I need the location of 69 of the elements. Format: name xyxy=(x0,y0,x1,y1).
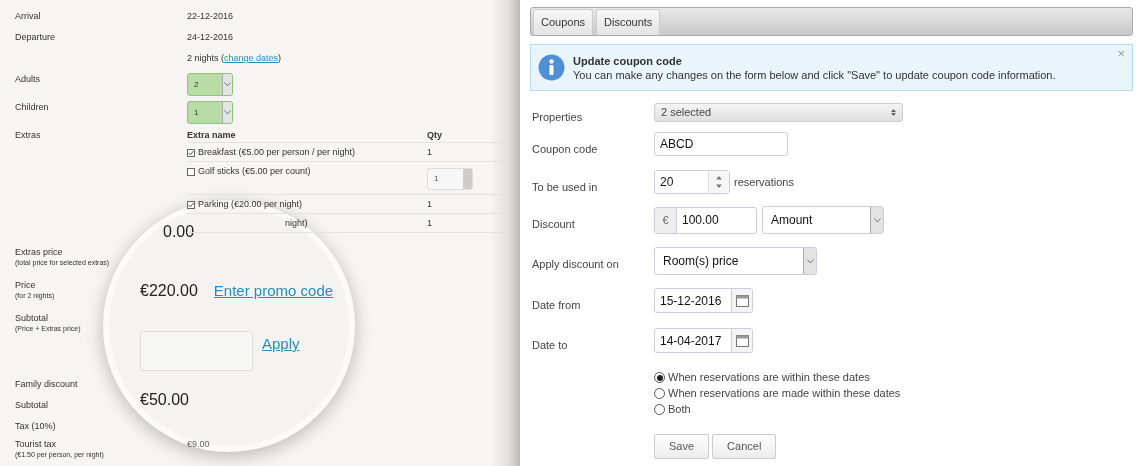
calendar-button[interactable] xyxy=(732,329,752,352)
field-label: Family discount xyxy=(15,378,78,390)
quantity-value: 1 xyxy=(427,198,432,211)
calendar-icon xyxy=(735,334,749,347)
field-label: Date from xyxy=(532,298,582,313)
amount-field[interactable]: € 100.00 xyxy=(654,206,757,234)
field-label: Discount xyxy=(532,217,576,232)
extra-name: night) xyxy=(285,217,308,230)
field-label: Tax (10%) xyxy=(15,420,56,432)
type-select[interactable]: Amount xyxy=(762,206,884,234)
price-value: €220.00 xyxy=(140,281,198,301)
field-suffix: reservations xyxy=(734,174,794,190)
chevron-icon xyxy=(224,82,231,87)
radio-option[interactable]: When reservations are made within these dates xyxy=(654,387,1133,400)
column-header: Qty xyxy=(427,129,442,142)
field-label: Children xyxy=(15,101,49,113)
text-field[interactable]: ABCD xyxy=(654,132,788,156)
quantity-value: 1 xyxy=(427,146,432,159)
calendar-button[interactable] xyxy=(732,289,752,312)
field-label: Extras xyxy=(15,129,41,141)
checkbox[interactable] xyxy=(187,167,195,176)
extra-name: Breakfast (€5.00 per person / per night) xyxy=(198,146,356,159)
form-button[interactable]: Cancel xyxy=(712,434,777,459)
checkbox[interactable] xyxy=(187,148,195,157)
subtotal-value: €50.00 xyxy=(140,390,190,410)
field-label: Price xyxy=(15,279,36,291)
number-select[interactable]: 1 xyxy=(187,101,233,124)
chevron-icon xyxy=(806,258,814,264)
extra-name: Golf sticks (€5.00 per count) xyxy=(198,165,311,178)
field-label: Extras price xyxy=(15,246,63,258)
field-label: To be used in xyxy=(532,180,599,195)
multi-select[interactable]: 2 selected xyxy=(654,103,903,122)
number-field[interactable]: 20 xyxy=(654,170,730,194)
sort-icon xyxy=(891,109,896,116)
checkbox[interactable] xyxy=(187,200,195,209)
info-icon xyxy=(538,54,565,81)
field-label: Date to xyxy=(532,338,569,353)
field-label: Subtotal xyxy=(15,312,49,324)
price-value: 0.00 xyxy=(163,222,195,242)
tab[interactable]: Discounts xyxy=(596,9,661,35)
tab[interactable]: Coupons xyxy=(533,9,594,35)
column-header: Extra name xyxy=(187,129,237,142)
extra-name: Parking (€20.00 per night) xyxy=(198,198,303,211)
field-label: Coupon code xyxy=(532,142,599,157)
field-label: Arrival xyxy=(15,10,41,22)
field-label: Properties xyxy=(532,110,584,125)
radio-option[interactable]: When reservations are within these dates xyxy=(654,371,1133,384)
calendar-icon xyxy=(735,294,749,307)
field-label: Departure xyxy=(15,31,56,43)
field-label: Subtotal xyxy=(15,399,49,411)
spinner-arrows-icon xyxy=(716,176,722,188)
alert-title: Update coupon code xyxy=(573,53,683,68)
field-label: Tourist tax xyxy=(15,438,56,450)
form-button[interactable]: Save xyxy=(654,434,710,459)
number-select[interactable]: 2 xyxy=(187,73,233,96)
nights-text: 2 nights (change dates) xyxy=(187,53,282,63)
field-value: €9.00 xyxy=(187,439,210,449)
quantity-value: 1 xyxy=(427,217,432,230)
promo-code-field[interactable] xyxy=(140,331,253,371)
chevron-icon xyxy=(224,110,231,115)
field-label: Adults xyxy=(15,73,40,85)
field-label: Apply discount on xyxy=(532,257,620,272)
radio-option[interactable]: Both xyxy=(654,403,1133,416)
field-value: 24-12-2016 xyxy=(187,32,234,42)
quantity-select[interactable]: 1 xyxy=(427,168,473,190)
chevron-icon xyxy=(873,217,881,223)
field-value: 22-12-2016 xyxy=(187,11,234,21)
alert-message: You can make any changes on the form below and click "Save" to update coupon code information. xyxy=(573,67,1056,82)
select-field[interactable]: Room(s) price xyxy=(654,247,817,275)
